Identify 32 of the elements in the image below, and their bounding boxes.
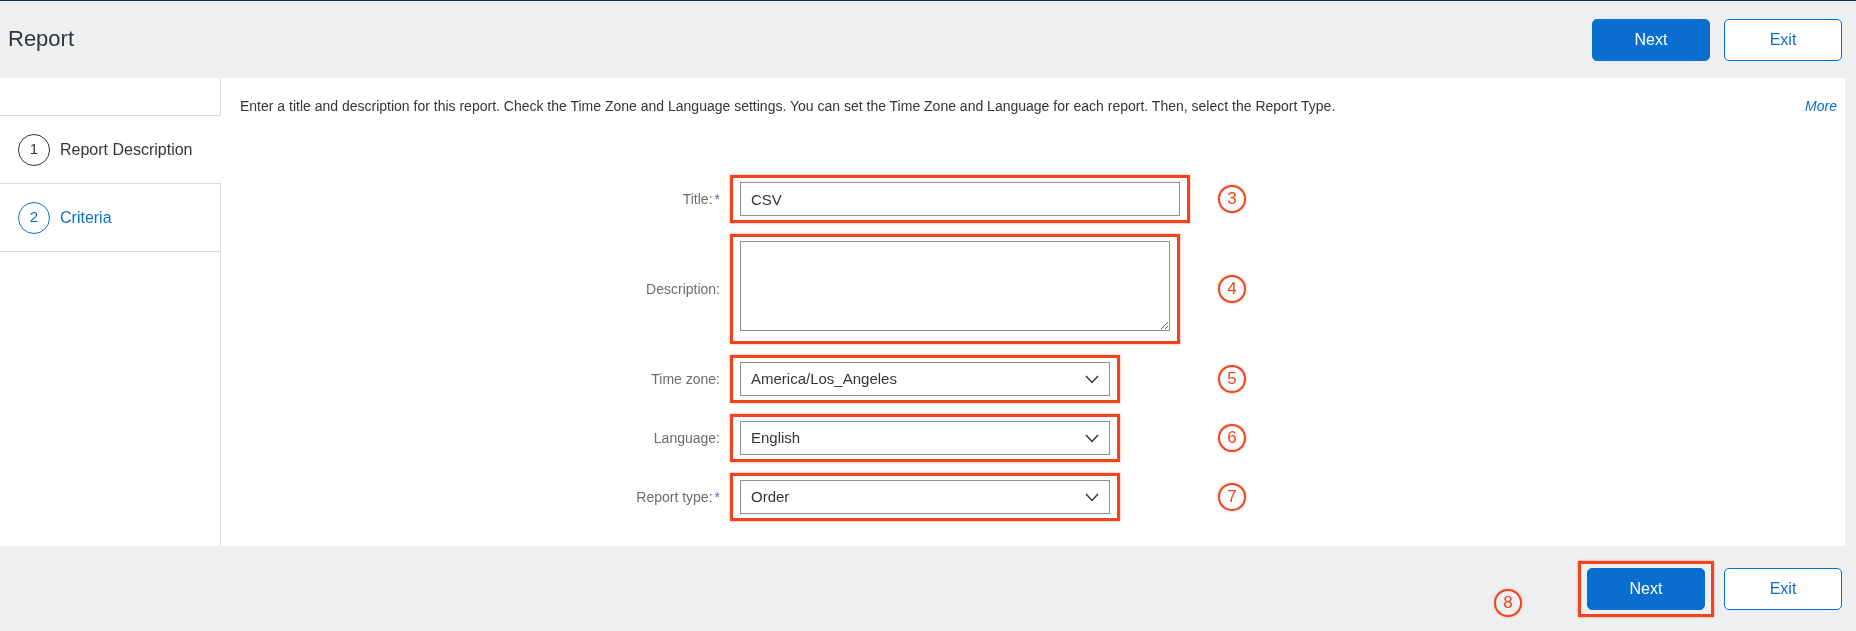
dropdown-field[interactable]: America/Los_Angeles [740,362,1110,396]
dropdown-field[interactable]: Order [740,480,1110,514]
annotation-number: 6 [1218,424,1246,452]
step-label: Report Description [60,139,193,160]
instruction-text: Enter a title and description for this report. Check the Time Zone and Language settings. You can set the Time Zone and Language for each report. Then, select the Report Type. [240,97,1336,116]
dropdown-field[interactable]: English [740,421,1110,455]
field-label: Time zone: [651,370,720,387]
field-label: Description: [646,280,720,297]
next-button[interactable]: Next [1587,567,1705,610]
step-label: Criteria [60,207,112,228]
annotation-number: 4 [1218,275,1246,303]
chevron-down-icon [1085,433,1099,443]
required-mark: * [714,190,720,207]
description-field[interactable] [740,241,1170,331]
required-mark: * [714,488,720,505]
field-label: Title: [682,190,713,207]
step-item[interactable]: 1 Report Description [0,116,221,184]
field-label: Language: [653,429,720,446]
exit-button[interactable]: Exit [1724,567,1842,610]
annotation-number: 7 [1218,483,1246,511]
next-button[interactable]: Next [1592,18,1710,61]
title-input[interactable]: CSV [740,182,1180,216]
step-item[interactable]: 2 Criteria [0,184,221,252]
more-link[interactable]: More [1805,96,1837,117]
chevron-down-icon [1085,492,1099,502]
annotation-number: 8 [1494,589,1522,617]
annotation-number: 3 [1218,185,1246,213]
chevron-down-icon [1085,374,1099,384]
field-label: Report type: [636,488,713,505]
exit-button[interactable]: Exit [1724,18,1842,61]
annotation-number: 5 [1218,365,1246,393]
page-title: Report [8,26,76,53]
